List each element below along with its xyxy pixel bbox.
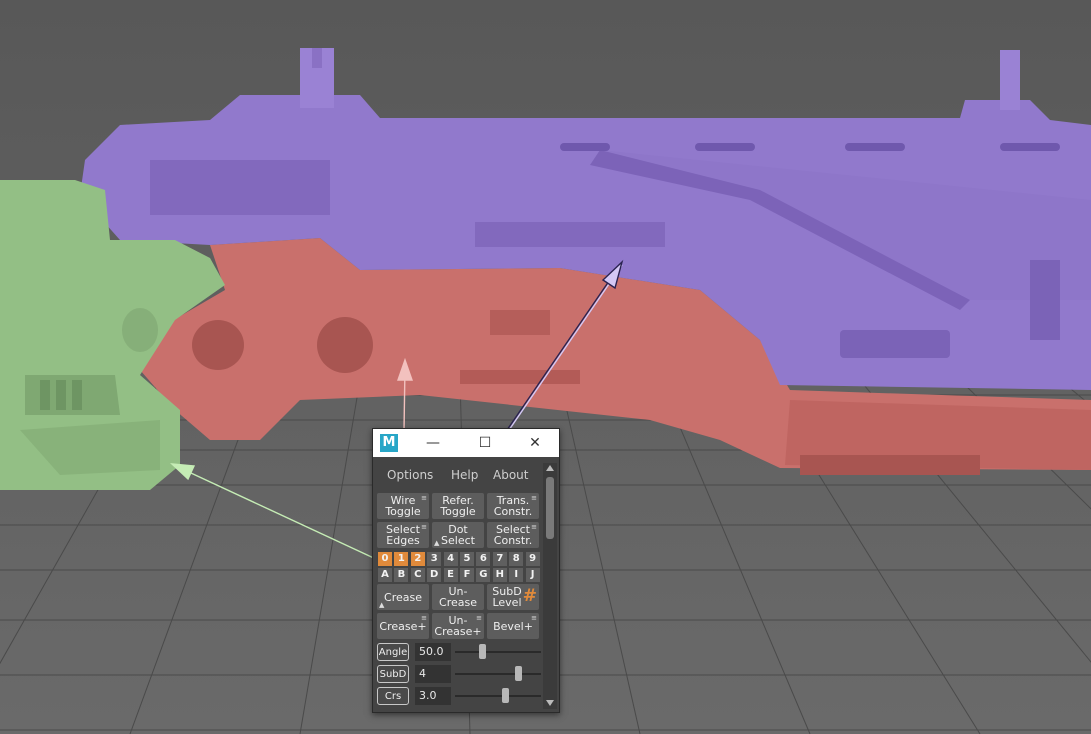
bevel-plus-label: Bevel+ [493, 619, 533, 633]
number-key-3[interactable]: 3 [427, 552, 442, 566]
letter-key-c[interactable]: C [410, 568, 425, 582]
hash-icon: # [522, 586, 537, 606]
corner-indicator-icon: ▲ [434, 539, 440, 547]
menu-options[interactable]: Options [387, 465, 433, 485]
maximize-button[interactable]: ☐ [465, 429, 505, 457]
number-key-1[interactable]: 1 [394, 552, 409, 566]
letter-key-f[interactable]: F [460, 568, 474, 582]
number-key-6[interactable]: 6 [476, 552, 491, 566]
select-constr-button[interactable]: Select Constr. ≡ [487, 522, 539, 548]
menu-indicator-icon: ≡ [531, 523, 537, 531]
crs-input[interactable]: 3.0 [415, 687, 451, 705]
refer-toggle-label: Refer. Toggle [440, 494, 476, 518]
crease-button[interactable]: Crease ▲ [377, 584, 429, 610]
crs-label-button[interactable]: Crs [377, 687, 409, 705]
subd-slider-handle[interactable] [515, 666, 523, 681]
wire-toggle-label: Wire Toggle [385, 494, 421, 518]
select-edges-label: Select Edges [386, 523, 420, 547]
menu-help[interactable]: Help [451, 465, 478, 485]
letter-key-a[interactable]: A [378, 568, 392, 582]
subd-level-label: SubD Level [492, 585, 522, 609]
number-key-8[interactable]: 8 [509, 552, 524, 566]
menu-bar: Options Help About [375, 465, 543, 485]
number-key-0[interactable]: 0 [378, 552, 392, 566]
close-button[interactable]: ✕ [515, 429, 555, 457]
wire-toggle-button[interactable]: Wire Toggle ≡ [377, 493, 429, 519]
trans-constr-label: Trans. Constr. [493, 494, 533, 518]
number-key-2[interactable]: 2 [410, 552, 425, 566]
subd-input[interactable]: 4 [415, 665, 451, 683]
trans-constr-button[interactable]: Trans. Constr. ≡ [487, 493, 539, 519]
letter-key-g[interactable]: G [476, 568, 491, 582]
menu-indicator-icon: ≡ [531, 614, 537, 622]
menu-about[interactable]: About [493, 465, 528, 485]
app-logo-icon: M [380, 434, 398, 452]
letter-key-d[interactable]: D [427, 568, 442, 582]
scroll-thumb[interactable] [546, 477, 554, 539]
number-key-9[interactable]: 9 [525, 552, 540, 566]
uncrease-plus-label: Un- Crease+ [434, 614, 482, 638]
crease-label: Crease [384, 590, 422, 604]
scroll-down-arrow-icon[interactable] [546, 700, 554, 706]
letter-key-b[interactable]: B [394, 568, 409, 582]
scrollbar[interactable] [543, 463, 557, 709]
angle-label-button[interactable]: Angle [377, 643, 409, 661]
menu-indicator-icon: ≡ [476, 614, 482, 622]
subd-level-button[interactable]: SubD Level # [487, 584, 539, 610]
dot-select-button[interactable]: Dot Select ▲ [432, 522, 484, 548]
angle-slider-handle[interactable] [478, 644, 486, 659]
menu-indicator-icon: ≡ [421, 523, 427, 531]
uncrease-button[interactable]: Un- Crease [432, 584, 484, 610]
subd-label-button[interactable]: SubD [377, 665, 409, 683]
letter-key-e[interactable]: E [443, 568, 458, 582]
corner-indicator-icon: ▲ [379, 601, 385, 609]
menu-indicator-icon: ≡ [421, 614, 427, 622]
menu-indicator-icon: ≡ [531, 494, 537, 502]
subd-slider[interactable] [455, 666, 541, 681]
crs-slider-handle[interactable] [502, 688, 510, 703]
letter-key-j[interactable]: J [525, 568, 540, 582]
minimize-button[interactable]: — [413, 429, 453, 457]
uncrease-plus-button[interactable]: Un- Crease+ ≡ [432, 613, 484, 639]
menu-indicator-icon: ≡ [421, 494, 427, 502]
number-key-4[interactable]: 4 [443, 552, 458, 566]
crease-plus-label: Crease+ [379, 619, 427, 633]
select-constr-label: Select Constr. [493, 523, 533, 547]
tool-window[interactable]: M — ☐ ✕ Options Help About Wire Toggle ≡… [372, 428, 560, 713]
bevel-plus-button[interactable]: Bevel+ ≡ [487, 613, 539, 639]
dot-select-label: Dot Select [441, 523, 475, 547]
crs-slider[interactable] [455, 688, 541, 703]
angle-slider[interactable] [455, 644, 541, 659]
refer-toggle-button[interactable]: Refer. Toggle [432, 493, 484, 519]
angle-input[interactable]: 50.0 [415, 643, 451, 661]
uncrease-label: Un- Crease [439, 585, 477, 609]
number-key-5[interactable]: 5 [460, 552, 474, 566]
number-key-7[interactable]: 7 [492, 552, 507, 566]
letter-key-h[interactable]: H [492, 568, 507, 582]
title-bar[interactable]: M — ☐ ✕ [373, 429, 559, 457]
crease-plus-button[interactable]: Crease+ ≡ [377, 613, 429, 639]
letter-key-i[interactable]: I [509, 568, 524, 582]
select-edges-button[interactable]: Select Edges ≡ [377, 522, 429, 548]
scroll-up-arrow-icon[interactable] [546, 465, 554, 471]
